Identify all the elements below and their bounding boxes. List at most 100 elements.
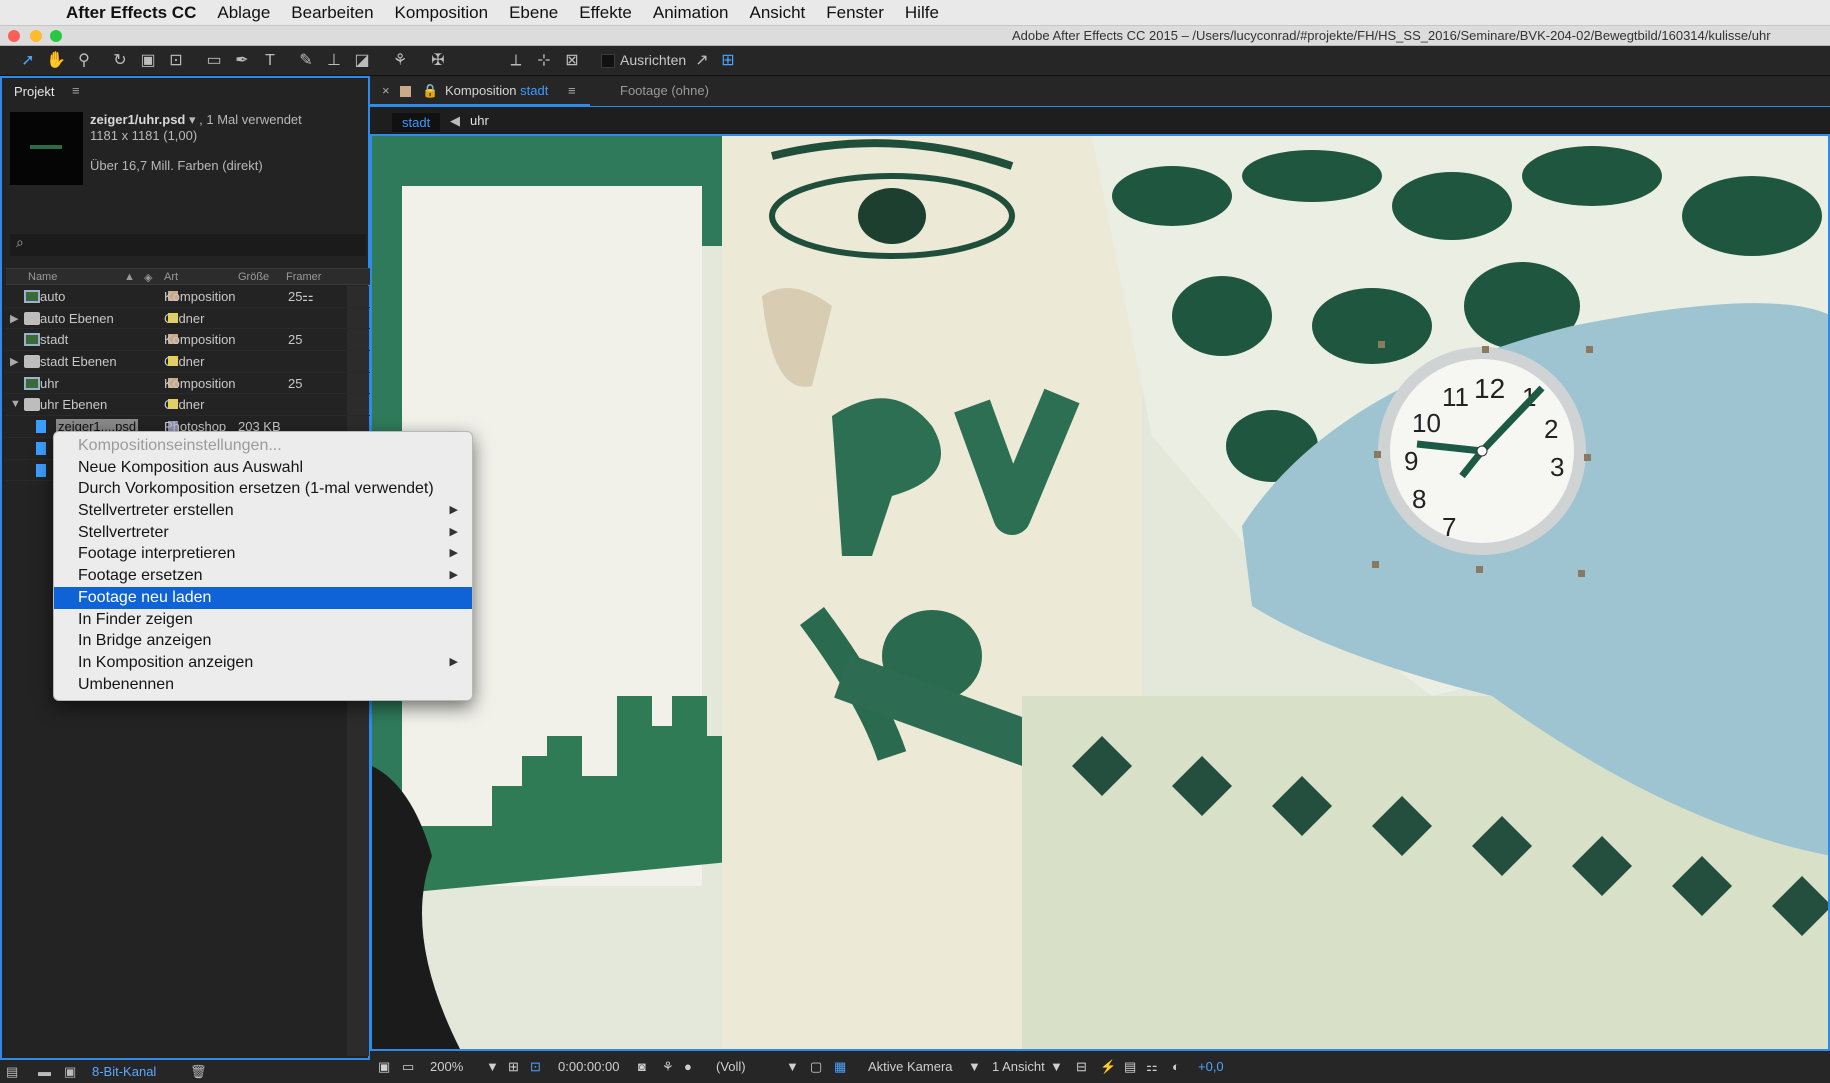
close-window-button[interactable] [8,30,20,42]
interpret-footage-icon[interactable]: ▤ [6,1064,18,1080]
tab-menu-icon[interactable]: ≡ [568,83,576,98]
menu-komposition[interactable]: Komposition [395,3,489,23]
text-tool-icon[interactable]: T [260,51,280,71]
align-snap-icon[interactable]: ↗ [692,51,712,71]
always-preview-icon[interactable]: ▣ [378,1059,390,1075]
brush-tool-icon[interactable]: ✎ [296,51,316,71]
world-axis-icon[interactable]: ⊹ [534,51,554,71]
snapshot-icon[interactable]: ◙ [638,1059,646,1074]
lock-icon[interactable]: 🔒 [422,83,438,99]
view-axis-icon[interactable]: ⊠ [562,51,582,71]
exposure-value[interactable]: +0,0 [1198,1059,1224,1074]
flowchart-icon[interactable]: ⚏ [1146,1059,1158,1075]
menu-item-footage-neu-laden[interactable]: Footage neu laden [54,586,472,609]
camera-tool-icon[interactable]: ▣ [138,51,158,71]
trash-icon[interactable]: 🗑 [190,1064,207,1080]
menu-item-footage-ersetzen[interactable]: Footage ersetzen ▶ [54,565,472,587]
menu-effekte[interactable]: Effekte [579,3,632,23]
project-item-stadt-ebenen[interactable]: ▶ stadt Ebenen Ordner [6,351,370,373]
rectangle-tool-icon[interactable]: ▭ [204,51,224,71]
color-channels-icon[interactable]: ● [684,1059,692,1074]
zoom-window-button[interactable] [50,30,62,42]
safe-zones-icon[interactable]: ⊞ [508,1059,519,1075]
label-col-icon[interactable]: ◈ [144,271,152,284]
tab-composition[interactable]: Komposition stadt [445,83,548,98]
breadcrumb-uhr[interactable]: uhr [470,113,489,128]
menu-animation[interactable]: Animation [653,3,729,23]
expand-triangle-icon[interactable]: ▶ [10,312,18,325]
col-size[interactable]: Größe [238,271,269,283]
tab-footage[interactable]: Footage (ohne) [620,83,709,98]
region-of-interest-icon[interactable]: ▢ [810,1059,822,1075]
footage-dropdown-icon[interactable]: ▾ [189,112,196,127]
menu-item-in-komposition-anzeigen[interactable]: In Komposition anzeigen ▶ [54,652,472,674]
menu-item-stellvertreter-erstellen[interactable]: Stellvertreter erstellen ▶ [54,500,472,522]
selection-tool-icon[interactable]: ➚ [18,51,38,71]
footage-file-name[interactable]: zeiger1/uhr.psd [90,112,185,127]
flowchart-icon[interactable]: ⚏ [302,289,314,305]
eraser-tool-icon[interactable]: ◪ [352,51,372,71]
zoom-dropdown-icon[interactable]: ▼ [486,1059,499,1074]
new-composition-icon[interactable]: ▣ [64,1064,76,1080]
resolution-dropdown-icon[interactable]: ▼ [786,1059,799,1074]
show-snapshot-icon[interactable]: ⚘ [662,1059,674,1075]
composition-viewer[interactable]: 12 1 2 3 7 8 9 10 11 [370,134,1830,1051]
clone-stamp-tool-icon[interactable]: ⊥ [324,51,344,71]
menu-item-umbenennen[interactable]: Umbenennen [54,674,472,696]
project-item-uhr[interactable]: uhr Komposition 25 [6,373,370,395]
mask-visibility-icon[interactable]: ⊡ [530,1059,541,1075]
camera-dropdown-icon[interactable]: ▼ [968,1059,981,1074]
zoom-select[interactable]: 200% [430,1059,463,1074]
menu-item-in-bridge-anzeigen[interactable]: In Bridge anzeigen [54,630,472,652]
project-item-stadt[interactable]: stadt Komposition 25 [6,329,370,352]
transparency-grid-icon[interactable]: ▦ [834,1059,846,1075]
view-layout-select[interactable]: 1 Ansicht [992,1059,1045,1074]
menu-item-vorkomposition-ersetzen[interactable]: Durch Vorkomposition ersetzen (1-mal ver… [54,478,472,500]
new-folder-icon[interactable]: ▬ [38,1064,51,1079]
menu-item-stellvertreter[interactable]: Stellvertreter ▶ [54,522,472,544]
sort-arrow-icon[interactable]: ▲ [124,271,135,283]
local-axis-icon[interactable]: ⟂ [506,51,526,71]
minimize-window-button[interactable] [30,30,42,42]
expand-triangle-icon[interactable]: ▶ [10,355,18,368]
project-tab[interactable]: Projekt [14,84,54,99]
toggle-pixel-aspect-icon[interactable]: ⊟ [1076,1059,1087,1075]
menu-item-neue-komposition[interactable]: Neue Komposition aus Auswahl [54,457,472,479]
menu-hilfe[interactable]: Hilfe [905,3,939,23]
menu-bearbeiten[interactable]: Bearbeiten [291,3,373,23]
breadcrumb-stadt[interactable]: stadt [392,113,441,132]
menu-item-kompositionseinstellungen[interactable]: Kompositionseinstellungen... [54,435,472,457]
current-time[interactable]: 0:00:00:00 [558,1059,619,1074]
col-framerate[interactable]: Framer [286,271,321,283]
views-dropdown-icon[interactable]: ▼ [1050,1059,1063,1074]
col-type[interactable]: Art [164,271,178,283]
zoom-tool-icon[interactable]: ⚲ [74,51,94,71]
panel-menu-icon[interactable]: ≡ [72,83,80,98]
project-item-uhr-ebenen[interactable]: ▼ uhr Ebenen Ordner [6,394,370,417]
menu-item-in-finder-zeigen[interactable]: In Finder zeigen [54,609,472,631]
project-item-auto-ebenen[interactable]: ▶ auto Ebenen Ordner [6,308,370,330]
fast-previews-icon[interactable]: ⚡ [1100,1059,1116,1075]
snapping-icon[interactable]: ⊞ [718,51,738,71]
pen-tool-icon[interactable]: ✒ [232,51,252,71]
project-search-input[interactable]: ⌕ [10,234,366,256]
menu-ablage[interactable]: Ablage [217,3,270,23]
align-checkbox[interactable] [601,54,615,68]
pan-behind-tool-icon[interactable]: ⊡ [166,51,186,71]
puppet-tool-icon[interactable]: ✠ [428,51,448,71]
monitor-icon[interactable]: ▭ [402,1059,414,1075]
hand-tool-icon[interactable]: ✋ [46,51,66,71]
menu-fenster[interactable]: Fenster [826,3,884,23]
project-item-auto[interactable]: auto Komposition 25 ⚏ [6,286,370,308]
menu-item-footage-interpretieren[interactable]: Footage interpretieren ▶ [54,543,472,565]
camera-select[interactable]: Aktive Kamera [868,1059,953,1074]
exposure-reset-icon[interactable]: ◐ [1172,1059,1180,1074]
rotate-tool-icon[interactable]: ↻ [110,51,130,71]
col-name[interactable]: Name [28,271,57,283]
bit-depth-button[interactable]: 8-Bit-Kanal [92,1064,156,1079]
roto-brush-tool-icon[interactable]: ⚘ [390,51,410,71]
menu-ebene[interactable]: Ebene [509,3,558,23]
resolution-select[interactable]: (Voll) [716,1059,746,1074]
menu-ansicht[interactable]: Ansicht [750,3,806,23]
menu-app[interactable]: After Effects CC [66,3,196,23]
